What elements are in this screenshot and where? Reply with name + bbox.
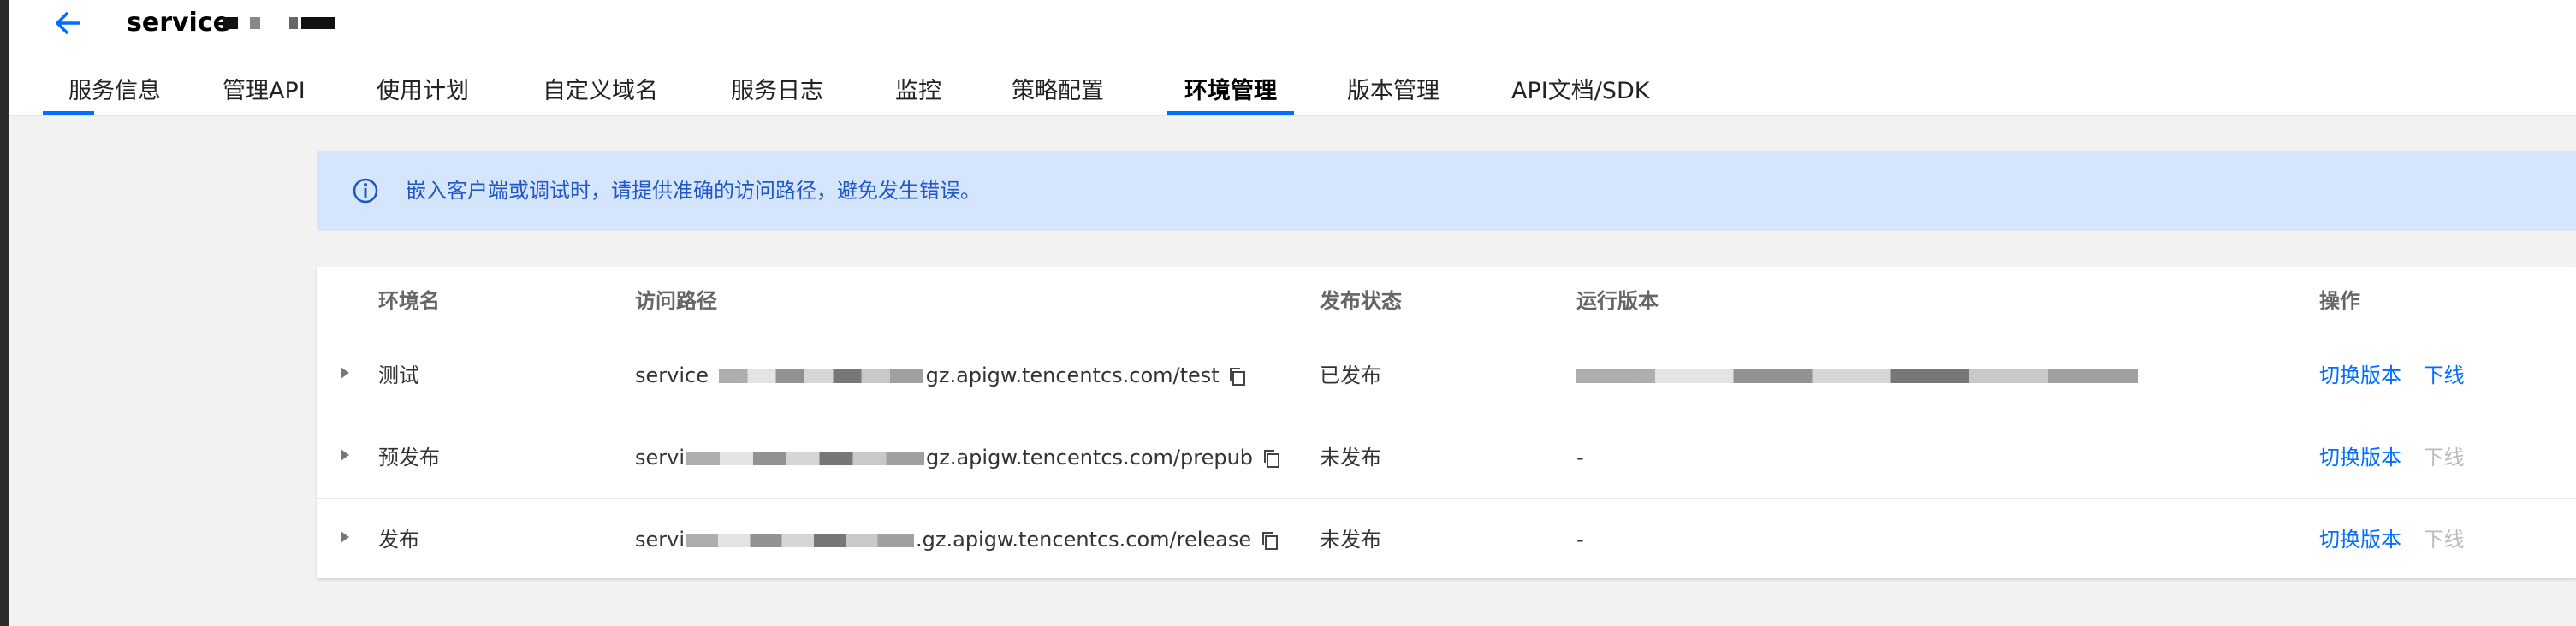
copy-icon[interactable] bbox=[1261, 448, 1282, 469]
tab-version[interactable]: 版本管理 bbox=[1347, 70, 1439, 113]
running-version: - bbox=[1576, 528, 1584, 552]
offline-link-disabled: 下线 bbox=[2423, 446, 2465, 470]
page-title: service bbox=[127, 8, 230, 38]
switch-version-link[interactable]: 切换版本 bbox=[2319, 528, 2401, 552]
window-left-edge bbox=[0, 0, 9, 626]
copy-icon[interactable] bbox=[1260, 530, 1280, 551]
access-path: servi .gz.apigw.tencentcs.com/release bbox=[635, 499, 1280, 581]
table-row: 预发布 servi gz.apigw.tencentcs.com/prepub 未… bbox=[317, 416, 2576, 499]
running-version bbox=[1576, 334, 2138, 416]
table-row: 发布 servi .gz.apigw.tencentcs.com/release … bbox=[317, 498, 2576, 581]
tab-custom-domain[interactable]: 自定义域名 bbox=[543, 70, 658, 113]
tab-api-doc-sdk[interactable]: API文档/SDK bbox=[1511, 70, 1649, 113]
path-redaction bbox=[686, 452, 925, 465]
access-path: service gz.apigw.tencentcs.com/test bbox=[635, 334, 1248, 416]
tab-environment[interactable]: 环境管理 bbox=[1167, 70, 1294, 115]
expand-caret-icon[interactable] bbox=[341, 531, 349, 543]
column-header-status: 发布状态 bbox=[1320, 289, 1402, 313]
switch-version-link[interactable]: 切换版本 bbox=[2319, 363, 2401, 387]
arrow-left-icon[interactable] bbox=[53, 9, 82, 38]
tab-service-log[interactable]: 服务日志 bbox=[731, 70, 823, 113]
version-redaction bbox=[1576, 369, 2138, 383]
notice-text: 嵌入客户端或调试时，请提供准确的访问路径，避免发生错误。 bbox=[406, 179, 981, 203]
first-tab-indicator bbox=[43, 111, 94, 115]
tab-usage-plan[interactable]: 使用计划 bbox=[377, 70, 469, 113]
offline-link-disabled: 下线 bbox=[2423, 528, 2465, 552]
actions: 切换版本 下线 bbox=[2319, 334, 2465, 416]
copy-icon[interactable] bbox=[1227, 366, 1248, 387]
expand-caret-icon[interactable] bbox=[341, 367, 349, 379]
title-redaction bbox=[250, 17, 260, 29]
tab-manage-api[interactable]: 管理API bbox=[223, 70, 306, 113]
notice-banner: 嵌入客户端或调试时，请提供准确的访问路径，避免发生错误。 bbox=[317, 151, 2576, 231]
env-name: 发布 bbox=[378, 528, 419, 552]
column-header-env: 环境名 bbox=[378, 289, 440, 313]
tab-policy-config[interactable]: 策略配置 bbox=[1012, 70, 1104, 113]
title-redaction bbox=[289, 17, 298, 29]
table-row: 测试 service gz.apigw.tencentcs.com/test 已… bbox=[317, 334, 2576, 416]
tab-service-info[interactable]: 服务信息 bbox=[68, 70, 161, 113]
column-header-version: 运行版本 bbox=[1576, 289, 1659, 313]
env-name: 测试 bbox=[378, 363, 419, 387]
tab-monitor[interactable]: 监控 bbox=[895, 70, 941, 113]
path-redaction bbox=[686, 534, 915, 547]
publish-status: 未发布 bbox=[1320, 446, 1381, 470]
publish-status: 已发布 bbox=[1320, 363, 1381, 387]
offline-link[interactable]: 下线 bbox=[2424, 363, 2465, 387]
column-header-actions: 操作 bbox=[2319, 289, 2360, 313]
info-icon bbox=[353, 178, 378, 204]
page-header: service 服务信息 管理API 使用计划 自定义域名 服务日志 监控 策略… bbox=[9, 0, 2576, 116]
env-name: 预发布 bbox=[378, 446, 440, 470]
active-tab-indicator bbox=[1167, 111, 1294, 115]
title-redaction bbox=[301, 17, 335, 29]
running-version: - bbox=[1576, 446, 1584, 470]
environment-table: 环境名 访问路径 发布状态 运行版本 操作 测试 service gz.apig… bbox=[317, 267, 2576, 578]
expand-caret-icon[interactable] bbox=[341, 449, 349, 461]
access-path: servi gz.apigw.tencentcs.com/prepub bbox=[635, 416, 1282, 499]
publish-status: 未发布 bbox=[1320, 528, 1381, 552]
column-header-path: 访问路径 bbox=[635, 289, 717, 313]
path-redaction bbox=[718, 369, 923, 383]
actions: 切换版本 下线 bbox=[2319, 499, 2465, 581]
switch-version-link[interactable]: 切换版本 bbox=[2319, 446, 2401, 470]
actions: 切换版本 下线 bbox=[2319, 416, 2465, 499]
title-redaction bbox=[223, 17, 238, 29]
